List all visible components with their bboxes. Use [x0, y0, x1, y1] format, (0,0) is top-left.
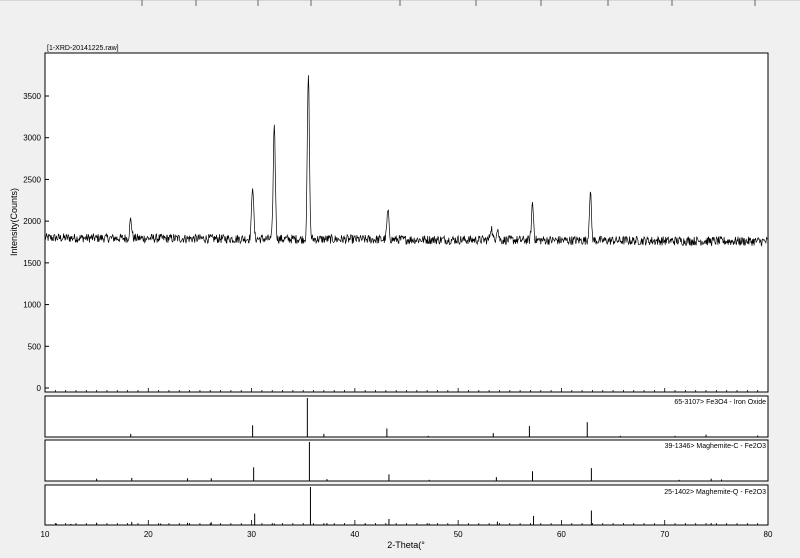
- x-tick-label: 50: [454, 530, 463, 539]
- x-tick-label: 20: [144, 530, 153, 539]
- y-tick-label: 500: [28, 342, 42, 351]
- reference-label-3: 25-1402> Maghemite-Q - Fe2O3: [664, 489, 766, 496]
- top-toolbar-strip: [0, 0, 800, 6]
- x-tick-label: 60: [557, 530, 566, 539]
- y-tick-label: 1500: [23, 259, 41, 268]
- y-tick-label: 2000: [23, 217, 41, 226]
- y-tick-label: 3000: [23, 134, 41, 143]
- reference-label-2: 39-1346> Maghemite-C - Fe2O3: [665, 443, 766, 450]
- reference-panel-2: [44, 439, 769, 482]
- reference-panel-3: [44, 484, 769, 526]
- x-tick-label: 70: [660, 530, 669, 539]
- y-tick-label: 3500: [23, 92, 41, 101]
- main-plot-frame: [44, 52, 769, 393]
- y-tick-label: 1000: [23, 301, 41, 310]
- xrd-chart: [1-XRD-20141225.raw] 65-3107> Fe3O4 - Ir…: [0, 0, 800, 550]
- file-label: [1-XRD-20141225.raw]: [47, 45, 119, 52]
- x-tick-label: 30: [247, 530, 256, 539]
- reference-label-1: 65-3107> Fe3O4 - Iron Oxide: [674, 399, 766, 406]
- y-tick-label: 2500: [23, 175, 41, 184]
- x-tick-label: 80: [764, 530, 773, 539]
- y-tick-label: 0: [37, 384, 42, 393]
- x-axis-title: 2-Theta(°: [387, 540, 425, 550]
- reference-panel-1: [44, 395, 769, 438]
- x-tick-label: 10: [41, 530, 50, 539]
- x-tick-label: 40: [350, 530, 359, 539]
- y-axis-title: Intensity(Counts): [9, 188, 19, 256]
